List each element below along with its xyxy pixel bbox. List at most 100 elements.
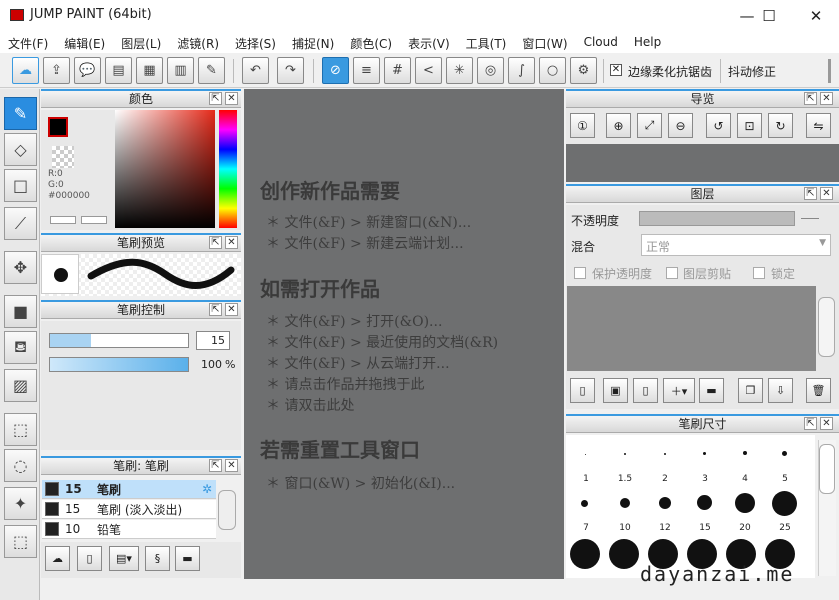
- float-icon[interactable]: ⇱: [804, 187, 817, 200]
- gradient-tool-icon[interactable]: ▨: [4, 369, 37, 402]
- menu-view[interactable]: 表示(V): [400, 31, 458, 53]
- add-layer-menu-icon[interactable]: ＋▾: [663, 378, 695, 403]
- brush-list-scrollbar[interactable]: [218, 490, 236, 530]
- radial-icon[interactable]: ✳: [446, 57, 473, 84]
- brush-list-item[interactable]: 10 铅笔: [42, 520, 216, 539]
- layer-list[interactable]: [567, 286, 816, 371]
- flip-icon[interactable]: ⇋: [806, 113, 831, 138]
- close-icon[interactable]: ✕: [225, 303, 238, 316]
- menu-layer[interactable]: 图层(L): [113, 31, 169, 53]
- redo-icon[interactable]: ↷: [277, 57, 304, 84]
- document-icon[interactable]: ▦: [136, 57, 163, 84]
- new-layer-1bit-icon[interactable]: ▯: [633, 378, 658, 403]
- rect-select-tool-icon[interactable]: ⬚: [4, 413, 37, 446]
- actual-size-icon[interactable]: ①: [570, 113, 595, 138]
- float-icon[interactable]: ⇱: [209, 303, 222, 316]
- menu-snap[interactable]: 捕捉(N): [284, 31, 342, 53]
- float-icon[interactable]: ⇱: [209, 459, 222, 472]
- close-icon[interactable]: ✕: [820, 92, 833, 105]
- brush-size-label[interactable]: 2: [647, 474, 683, 484]
- foreground-color-swatch[interactable]: [48, 117, 68, 137]
- brush-size-label[interactable]: 12: [647, 523, 683, 533]
- brush-size-label[interactable]: 5: [767, 474, 803, 484]
- saturation-value-picker[interactable]: [115, 110, 215, 228]
- brush-size-label[interactable]: 20: [727, 523, 763, 533]
- folder-icon[interactable]: ▬: [175, 546, 200, 571]
- menu-window[interactable]: 窗口(W): [514, 31, 575, 53]
- brush-size-label[interactable]: 4: [727, 474, 763, 484]
- menu-filter[interactable]: 滤镜(R): [169, 31, 227, 53]
- brush-size-grid[interactable]: 1 1.5 2 3 4 5 7 10 12 15 20 25: [566, 435, 815, 578]
- toolbar-grip[interactable]: [828, 59, 831, 83]
- zoom-out-icon[interactable]: ⊖: [668, 113, 693, 138]
- brush-list-item[interactable]: 15 笔刷 ✲: [42, 480, 216, 499]
- brush-size-label[interactable]: 25: [767, 523, 803, 533]
- edit-page-icon[interactable]: ✎: [198, 57, 225, 84]
- close-icon[interactable]: ✕: [820, 417, 833, 430]
- rotate-right-icon[interactable]: ↻: [768, 113, 793, 138]
- brush-size-label[interactable]: 15: [687, 523, 723, 533]
- layer-opacity-slider[interactable]: [639, 211, 795, 226]
- perspective-icon[interactable]: <: [415, 57, 442, 84]
- share-icon[interactable]: ⇪: [43, 57, 70, 84]
- gear-icon[interactable]: ✲: [202, 482, 212, 496]
- fit-view-icon[interactable]: ⤢: [637, 113, 662, 138]
- new-brush-icon[interactable]: ▯: [77, 546, 102, 571]
- menu-edit[interactable]: 编辑(E): [56, 31, 113, 53]
- brush-size-label[interactable]: 10: [607, 523, 643, 533]
- bucket-tool-icon[interactable]: ⛾: [4, 331, 37, 364]
- brush-download-icon[interactable]: ☁: [45, 546, 70, 571]
- stabilizer-label[interactable]: 抖动修正: [728, 63, 776, 80]
- brush-list-item[interactable]: 15 笔刷 (淡入淡出): [42, 500, 216, 519]
- move-tool-icon[interactable]: ✥: [4, 251, 37, 284]
- rotate-left-icon[interactable]: ↺: [706, 113, 731, 138]
- float-icon[interactable]: ⇱: [209, 92, 222, 105]
- folder-icon[interactable]: ▬: [699, 378, 724, 403]
- brush-size-label[interactable]: 1.5: [607, 474, 643, 484]
- brush-menu-icon[interactable]: ▤▾: [109, 546, 139, 571]
- magic-wand-tool-icon[interactable]: ✦: [4, 487, 37, 520]
- swatch-button[interactable]: [81, 216, 107, 224]
- line-tool-icon[interactable]: ⟋: [4, 207, 37, 240]
- menu-file[interactable]: 文件(F): [0, 31, 56, 53]
- parallel-lines-icon[interactable]: ≡: [353, 57, 380, 84]
- brush-size-scrollbar[interactable]: [818, 440, 836, 576]
- antialias-checkbox[interactable]: ✕: [610, 64, 622, 76]
- brush-size-label[interactable]: 1: [568, 474, 604, 484]
- zoom-in-icon[interactable]: ⊕: [606, 113, 631, 138]
- brush-size-slider[interactable]: [49, 333, 189, 348]
- fill-rect-tool-icon[interactable]: ■: [4, 295, 37, 328]
- merge-layer-icon[interactable]: ⇩: [768, 378, 793, 403]
- brush-size-label[interactable]: 3: [687, 474, 723, 484]
- brush-size-label[interactable]: 7: [568, 523, 604, 533]
- eraser-tool-icon[interactable]: ◇: [4, 133, 37, 166]
- menu-select[interactable]: 选择(S): [227, 31, 284, 53]
- undo-icon[interactable]: ↶: [242, 57, 269, 84]
- lasso-tool-icon[interactable]: ◌: [4, 449, 37, 482]
- brush-tool-icon[interactable]: ✎: [4, 97, 37, 130]
- transparent-swatch[interactable]: [52, 146, 74, 168]
- new-color-layer-icon[interactable]: ▣: [603, 378, 628, 403]
- message-icon[interactable]: ▤: [105, 57, 132, 84]
- rectangle-tool-icon[interactable]: □: [4, 169, 37, 202]
- clip-layer-checkbox[interactable]: [666, 267, 678, 279]
- speech-bubble-icon[interactable]: 💬: [74, 57, 101, 84]
- reset-rotation-icon[interactable]: ⊡: [737, 113, 762, 138]
- duplicate-layer-icon[interactable]: ❐: [738, 378, 763, 403]
- hue-slider[interactable]: [219, 110, 237, 228]
- blend-mode-select[interactable]: 正常 ▼: [641, 234, 831, 256]
- close-button[interactable]: ✕: [793, 0, 839, 31]
- lock-checkbox[interactable]: [753, 267, 765, 279]
- close-icon[interactable]: ✕: [225, 459, 238, 472]
- layer-list-scrollbar[interactable]: [818, 297, 835, 357]
- float-icon[interactable]: ⇱: [804, 92, 817, 105]
- select-pen-tool-icon[interactable]: ⬚: [4, 525, 37, 558]
- page-settings-icon[interactable]: ▥: [167, 57, 194, 84]
- navigator-preview[interactable]: [566, 144, 839, 182]
- new-layer-icon[interactable]: ▯: [570, 378, 595, 403]
- float-icon[interactable]: ⇱: [804, 417, 817, 430]
- menu-help[interactable]: Help: [626, 31, 669, 53]
- maximize-button[interactable]: ☐: [746, 0, 792, 31]
- cloud-icon[interactable]: ☁: [12, 57, 39, 84]
- swatch-button[interactable]: [50, 216, 76, 224]
